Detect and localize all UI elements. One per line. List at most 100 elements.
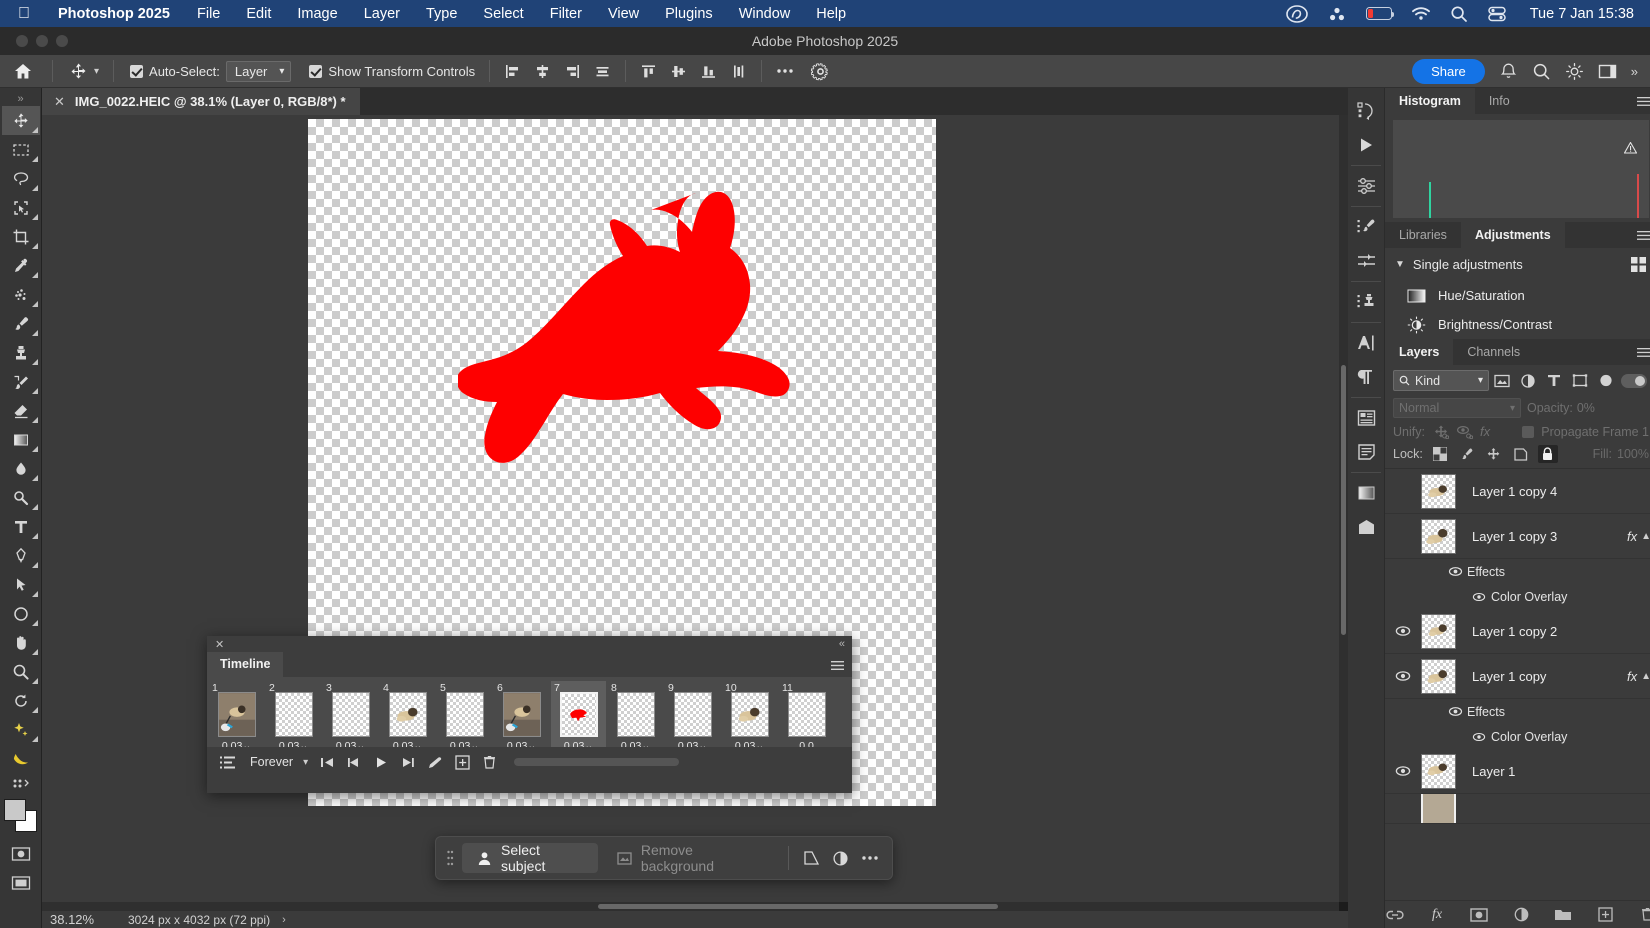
duplicate-frame-icon[interactable]: [450, 751, 474, 773]
tool-ellipse-shape[interactable]: [2, 599, 40, 628]
propagate-checkbox[interactable]: [1522, 426, 1534, 438]
brush-settings-icon[interactable]: [1348, 210, 1384, 244]
frame-duration[interactable]: 0.03⌄: [507, 740, 536, 747]
loop-option-dropdown[interactable]: Forever ▾: [242, 755, 312, 769]
auto-select-dropdown[interactable]: Layer ▾: [226, 61, 292, 82]
next-frame-icon[interactable]: [396, 751, 420, 773]
layer-name[interactable]: Layer 1 copy 2: [1472, 624, 1650, 639]
timeline-panel[interactable]: ✕ « Timeline 1 0.03⌄ 2: [207, 636, 852, 793]
tool-lasso[interactable]: [2, 164, 40, 193]
play-icon[interactable]: [369, 751, 393, 773]
menu-item-select[interactable]: Select: [470, 6, 536, 22]
brightness-icon[interactable]: [1565, 62, 1584, 81]
frame-thumbnail[interactable]: [788, 692, 826, 737]
single-adjustments-header[interactable]: ▼ Single adjustments: [1385, 248, 1650, 281]
lock-position-icon[interactable]: [1484, 445, 1504, 463]
gear-icon[interactable]: [802, 62, 838, 81]
opacity-control[interactable]: Opacity: 0%: [1527, 401, 1595, 415]
eye-icon[interactable]: [1467, 592, 1491, 602]
layer-thumbnail[interactable]: [1421, 659, 1456, 694]
layer-thumbnail[interactable]: [1421, 754, 1456, 789]
red-dog-silhouette[interactable]: [458, 179, 810, 539]
align-bottom-edges-icon[interactable]: [696, 60, 721, 83]
dots-triangle-icon[interactable]: [1327, 6, 1347, 22]
grid-view-icon[interactable]: [1630, 256, 1647, 273]
color-swatches[interactable]: [4, 799, 38, 833]
distribute-horizontal-icon[interactable]: [590, 60, 615, 83]
adjustment-layer-icon[interactable]: [828, 843, 853, 873]
tool-eraser[interactable]: [2, 396, 40, 425]
align-top-edges-icon[interactable]: [636, 60, 661, 83]
bell-icon[interactable]: [1499, 62, 1518, 81]
transform-icon[interactable]: [799, 843, 824, 873]
warning-icon[interactable]: [1624, 142, 1637, 154]
chevron-up-icon[interactable]: ▲: [1641, 671, 1650, 682]
frame-item[interactable]: 10 0.03⌄: [722, 681, 777, 747]
eye-icon[interactable]: [1467, 732, 1491, 742]
menu-item-type[interactable]: Type: [413, 6, 470, 22]
tool-rotate-view[interactable]: [2, 686, 40, 715]
frame-thumbnail[interactable]: [503, 692, 541, 737]
panel-menu-icon[interactable]: [1637, 230, 1650, 241]
frame-duration[interactable]: 0.03⌄: [222, 740, 251, 747]
tool-clone-stamp[interactable]: [2, 338, 40, 367]
frame-thumbnail[interactable]: [332, 692, 370, 737]
chevron-down-icon[interactable]: ▼: [1395, 259, 1405, 270]
canvas-vertical-scrollbar[interactable]: [1339, 115, 1348, 902]
tool-gradient[interactable]: [2, 425, 40, 454]
tool-path-selection[interactable]: [2, 570, 40, 599]
contextual-task-bar[interactable]: Select subject Remove background: [435, 836, 893, 880]
tool-banana[interactable]: [2, 744, 40, 773]
tool-zoom[interactable]: [2, 657, 40, 686]
eye-icon[interactable]: [1443, 706, 1467, 717]
panel-menu-icon[interactable]: [831, 660, 844, 671]
frame-thumbnail[interactable]: [731, 692, 769, 737]
patterns-icon[interactable]: [1348, 510, 1384, 544]
canvas-horizontal-scrollbar[interactable]: [42, 902, 1339, 911]
horizontal-scroll-thumb[interactable]: [598, 904, 998, 909]
tool-rectangular-marquee[interactable]: [2, 135, 40, 164]
new-adjustment-icon[interactable]: [1511, 905, 1531, 925]
tool-chevron-down-icon[interactable]: ▾: [94, 66, 99, 77]
table-row[interactable]: Layer 1: [1385, 749, 1650, 794]
frame-thumbnail[interactable]: [674, 692, 712, 737]
select-subject-button[interactable]: Select subject: [462, 843, 598, 873]
convert-to-video-timeline-icon[interactable]: [215, 751, 239, 773]
new-layer-icon[interactable]: [1595, 905, 1615, 925]
layer-thumbnail[interactable]: [1421, 794, 1456, 824]
history-icon[interactable]: [1348, 94, 1384, 128]
menu-item-image[interactable]: Image: [284, 6, 350, 22]
previous-frame-icon[interactable]: [342, 751, 366, 773]
lock-artboard-icon[interactable]: [1511, 445, 1531, 463]
frame-thumbnail[interactable]: [560, 692, 598, 737]
layer-comps-icon[interactable]: [1348, 401, 1384, 435]
layer-visibility-toggle[interactable]: [1385, 625, 1421, 637]
show-transform-checkbox[interactable]: [309, 65, 322, 78]
ellipsis-icon[interactable]: [768, 67, 802, 75]
layer-visibility-toggle[interactable]: [1385, 765, 1421, 777]
adjustment-brightness-contrast[interactable]: Brightness/Contrast: [1385, 310, 1650, 339]
frame-thumbnail[interactable]: [446, 692, 484, 737]
edit-toolbar-icon[interactable]: [11, 777, 31, 791]
menu-item-plugins[interactable]: Plugins: [652, 6, 726, 22]
apple-logo-icon[interactable]: : [0, 6, 44, 22]
layer-name[interactable]: Layer 1 copy: [1472, 669, 1627, 684]
tool-blur[interactable]: [2, 454, 40, 483]
adjustment-hue-saturation[interactable]: Hue/Saturation: [1385, 281, 1650, 310]
frame-duration[interactable]: 0.03⌄: [393, 740, 422, 747]
tab-libraries[interactable]: Libraries: [1385, 222, 1461, 248]
drag-handle-icon[interactable]: [446, 847, 458, 869]
unify-style-icon[interactable]: fx: [1480, 424, 1490, 439]
tool-presets-icon[interactable]: [1348, 244, 1384, 278]
table-row[interactable]: [1385, 794, 1650, 824]
histogram-graph[interactable]: [1393, 120, 1649, 218]
table-row[interactable]: Layer 1 copy 2: [1385, 609, 1650, 654]
tool-eyedropper[interactable]: [2, 251, 40, 280]
lock-all-icon[interactable]: [1538, 445, 1558, 463]
tab-info[interactable]: Info: [1475, 88, 1524, 114]
tools-grip[interactable]: »: [17, 92, 23, 106]
layer-fx-badge[interactable]: fx: [1627, 669, 1641, 684]
link-layers-icon[interactable]: [1385, 905, 1405, 925]
menu-item-window[interactable]: Window: [726, 6, 804, 22]
eye-icon[interactable]: [1443, 566, 1467, 577]
